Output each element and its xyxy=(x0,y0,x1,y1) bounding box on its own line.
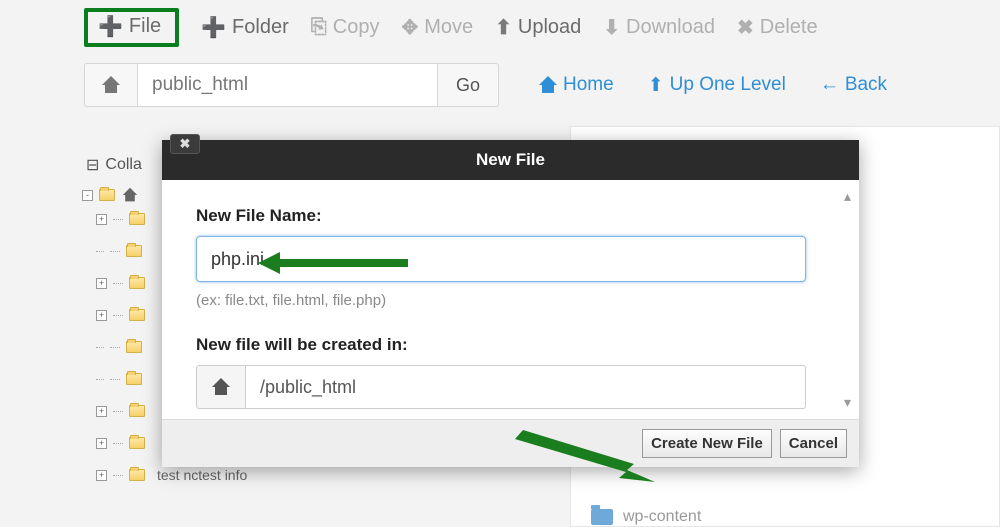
file-button-highlight: ➕ File xyxy=(84,8,179,47)
folder-icon xyxy=(99,189,115,201)
file-name-hint: (ex: file.txt, file.html, file.php) xyxy=(196,292,825,309)
folder-icon xyxy=(129,405,145,417)
tree-item-label: test nctest info xyxy=(157,467,247,483)
file-name-input[interactable] xyxy=(196,236,806,282)
expand-toggle-icon[interactable]: + xyxy=(96,310,107,321)
delete-icon: ✖ xyxy=(737,15,754,40)
copy-button-label: Copy xyxy=(333,16,380,39)
folder-icon xyxy=(126,245,142,257)
location-label: New file will be created in: xyxy=(196,335,825,355)
move-button-label: Move xyxy=(424,16,473,39)
home-icon xyxy=(539,77,557,93)
home-icon xyxy=(123,189,137,202)
folder-icon xyxy=(129,469,145,481)
delete-button-label: Delete xyxy=(760,16,818,39)
folder-icon xyxy=(129,213,145,225)
upload-button-label: Upload xyxy=(518,16,581,39)
close-icon: ✖ xyxy=(180,136,191,152)
collapse-icon: ⊟ xyxy=(86,155,99,175)
nav-home-label: Home xyxy=(563,74,614,96)
scroll-up-icon[interactable]: ▴ xyxy=(844,188,851,205)
delete-button[interactable]: ✖ Delete xyxy=(737,15,818,40)
folder-button-label: Folder xyxy=(232,16,289,39)
path-home-button[interactable] xyxy=(84,63,138,107)
create-new-file-button[interactable]: Create New File xyxy=(642,429,772,458)
home-icon xyxy=(102,77,120,93)
expand-toggle-icon[interactable]: + xyxy=(96,470,107,481)
dialog-body: ▴ New File Name: (ex: file.txt, file.htm… xyxy=(162,180,859,419)
list-item-label: wp-content xyxy=(623,508,701,526)
folder-button[interactable]: ➕ Folder xyxy=(201,15,289,40)
new-file-dialog: ✖ New File ▴ New File Name: (ex: file.tx… xyxy=(162,140,859,467)
expand-toggle-icon[interactable]: + xyxy=(96,278,107,289)
download-button[interactable]: ⬇ Download xyxy=(603,15,715,40)
download-button-label: Download xyxy=(626,16,715,39)
file-name-label: New File Name: xyxy=(196,206,825,226)
location-home-button[interactable] xyxy=(196,365,246,409)
cancel-button[interactable]: Cancel xyxy=(780,429,847,458)
file-button-label: File xyxy=(129,15,161,38)
close-button[interactable]: ✖ xyxy=(170,134,200,154)
dialog-titlebar: ✖ New File xyxy=(162,140,859,180)
scroll-down-icon[interactable]: ▾ xyxy=(844,394,851,411)
folder-icon xyxy=(126,341,142,353)
home-icon xyxy=(212,379,230,395)
copy-icon: ⎘ xyxy=(311,16,327,39)
list-item[interactable]: wp-content xyxy=(591,508,701,526)
arrow-up-icon: ⬆ xyxy=(648,74,664,97)
path-input[interactable] xyxy=(138,63,438,107)
folder-icon xyxy=(129,309,145,321)
move-button[interactable]: ✥ Move xyxy=(401,15,473,40)
nav-up-label: Up One Level xyxy=(670,74,786,96)
move-icon: ✥ xyxy=(401,15,418,40)
folder-icon xyxy=(129,437,145,449)
expand-toggle-icon[interactable]: + xyxy=(96,438,107,449)
expand-toggle-icon[interactable]: + xyxy=(96,214,107,225)
top-toolbar: ➕ File ➕ Folder ⎘ Copy ✥ Move ⬆ Upload ⬇… xyxy=(0,0,1000,63)
go-button[interactable]: Go xyxy=(438,63,499,107)
nav-links: Home ⬆ Up One Level ← Back xyxy=(539,63,887,107)
folder-icon xyxy=(129,277,145,289)
dialog-footer: Create New File Cancel xyxy=(162,419,859,467)
plus-icon: ➕ xyxy=(98,14,123,39)
folder-icon xyxy=(591,509,613,525)
location-path: /public_html xyxy=(246,365,806,409)
arrow-left-icon: ← xyxy=(820,74,839,96)
nav-back-label: Back xyxy=(845,74,887,96)
copy-button[interactable]: ⎘ Copy xyxy=(311,16,380,39)
expand-toggle-icon[interactable]: - xyxy=(82,190,93,201)
location-row: /public_html xyxy=(196,365,825,409)
plus-icon: ➕ xyxy=(201,15,226,40)
nav-back-link[interactable]: ← Back xyxy=(820,74,887,96)
collapse-label: Colla xyxy=(105,156,141,174)
download-icon: ⬇ xyxy=(603,15,620,40)
nav-up-link[interactable]: ⬆ Up One Level xyxy=(648,74,786,97)
upload-button[interactable]: ⬆ Upload xyxy=(495,15,581,40)
file-button[interactable]: ➕ File xyxy=(98,14,161,39)
path-bar: Go Home ⬆ Up One Level ← Back xyxy=(0,63,1000,123)
folder-icon xyxy=(126,373,142,385)
expand-toggle-icon[interactable]: + xyxy=(96,406,107,417)
upload-icon: ⬆ xyxy=(495,15,512,40)
nav-home-link[interactable]: Home xyxy=(539,74,614,96)
dialog-title: New File xyxy=(476,150,545,170)
